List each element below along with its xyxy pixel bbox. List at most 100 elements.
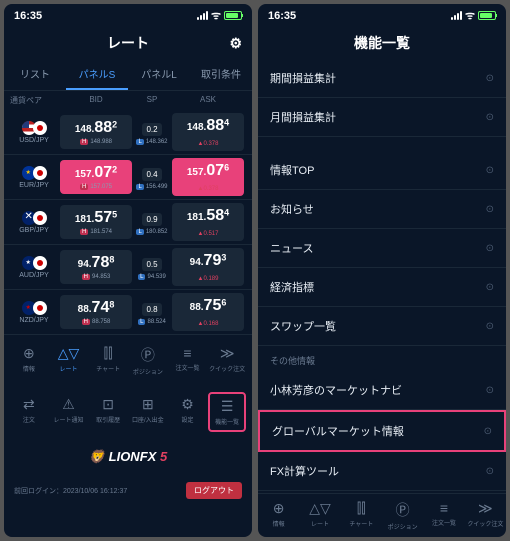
bid-box[interactable]: 88.748 H88.758 bbox=[60, 295, 132, 329]
bid-box[interactable]: 157.072 H157.075 bbox=[60, 160, 132, 194]
gear-icon[interactable]: ⚙ bbox=[229, 35, 242, 52]
ask-box[interactable]: 148.884 ▲0.378 bbox=[172, 113, 244, 151]
list-item[interactable]: お知らせ⊙ bbox=[258, 190, 506, 229]
chevron-right-icon: ⊙ bbox=[486, 385, 494, 396]
flag-pair-icon bbox=[22, 301, 47, 315]
rate-row[interactable]: AUD/JPY 94.788 H94.853 0.5 L94.539 94.79… bbox=[4, 245, 252, 290]
pair-name: EUR/JPY bbox=[19, 182, 49, 189]
rate-row[interactable]: GBP/JPY 181.575 H181.574 0.9 L180.852 18… bbox=[4, 200, 252, 245]
list-item[interactable]: ニュース⊙ bbox=[258, 229, 506, 268]
list-item[interactable]: 月間損益集計⊙ bbox=[258, 98, 506, 137]
flag-pair-icon bbox=[22, 166, 47, 180]
toolbar-item[interactable]: ⚠レート通知 bbox=[50, 392, 88, 432]
toolbar-item[interactable]: Ⓟポジション bbox=[129, 341, 167, 380]
spread-cell: 0.4 L156.499 bbox=[134, 164, 170, 190]
nav-icon: ⊕ bbox=[273, 500, 285, 517]
nav-icon: Ⓟ bbox=[396, 500, 410, 520]
bid-box[interactable]: 94.788 H94.853 bbox=[60, 250, 132, 284]
bid-box[interactable]: 148.882 H148.988 bbox=[60, 115, 132, 149]
status-time: 16:35 bbox=[268, 10, 296, 22]
pair-name: NZD/JPY bbox=[19, 317, 48, 324]
header: 機能一覧 bbox=[258, 27, 506, 59]
list-item-label: 期間損益集計 bbox=[270, 70, 336, 86]
list-item-label: スワップ一覧 bbox=[270, 318, 336, 334]
toolbar-item[interactable]: ⫿⫿チャート bbox=[89, 341, 127, 380]
list-item[interactable]: 情報TOP⊙ bbox=[258, 151, 506, 190]
status-icons: ᯤ bbox=[197, 8, 242, 23]
status-bar: 16:35 ᯤ bbox=[4, 4, 252, 27]
toolbar-label: 口座/入出金 bbox=[132, 415, 164, 424]
toolbar-item[interactable]: ⊕情報 bbox=[10, 341, 48, 380]
nav-icon: △▽ bbox=[309, 500, 331, 517]
spread-cell: 0.5 L94.539 bbox=[134, 254, 170, 280]
toolbar-icon: ☰ bbox=[221, 398, 234, 415]
toolbar-item[interactable]: ⊡取引履歴 bbox=[89, 392, 127, 432]
toolbar-item[interactable]: △▽レート bbox=[50, 341, 88, 380]
list-item[interactable]: 経済指標⊙ bbox=[258, 268, 506, 307]
status-icons: ᯤ bbox=[451, 8, 496, 23]
bid-box[interactable]: 181.575 H181.574 bbox=[60, 205, 132, 239]
ask-box[interactable]: 181.584 ▲0.517 bbox=[172, 203, 244, 241]
toolbar-label: 取引履歴 bbox=[96, 415, 120, 424]
bottom-nav: ⊕情報△▽レート⫿⫿チャートⓅポジション ≡ 注文一覧 ≫クイック注文 bbox=[258, 493, 506, 537]
list-item[interactable]: スワップ一覧 ⊙ bbox=[258, 307, 506, 346]
toolbar-icon: ⇄ bbox=[23, 396, 35, 413]
pair-cell: USD/JPY bbox=[10, 121, 58, 144]
status-bar: 16:35 ᯤ bbox=[258, 4, 506, 27]
toolbar-label: 情報 bbox=[23, 364, 35, 373]
toolbar-item[interactable]: ≫クイック注文 bbox=[208, 341, 246, 380]
list-item[interactable]: 期間損益集計⊙ bbox=[258, 59, 506, 98]
header-title: レート bbox=[107, 33, 149, 53]
flag-pair-icon bbox=[22, 211, 47, 225]
wifi-icon: ᯤ bbox=[465, 8, 475, 23]
list-item[interactable]: 小林芳彦のマーケットナビ ⊙ bbox=[258, 371, 506, 410]
spread-cell: 0.8 L88.524 bbox=[134, 299, 170, 325]
tab-panel-s[interactable]: パネルS bbox=[66, 59, 128, 90]
last-login: 前回ログイン：2023/10/06 16:12:37 bbox=[14, 486, 127, 496]
toolbar-label: 注文 bbox=[23, 415, 35, 424]
toolbar-icon: ⚙ bbox=[181, 396, 194, 413]
rate-row[interactable]: NZD/JPY 88.748 H88.758 0.8 L88.524 88.75… bbox=[4, 290, 252, 335]
nav-item[interactable]: △▽レート bbox=[299, 500, 340, 531]
nav-label: 注文一覧 bbox=[432, 518, 456, 527]
list-item-label: 経済指標 bbox=[270, 279, 314, 295]
toolbar-label: クイック注文 bbox=[209, 364, 245, 373]
nav-icon: ⫿⫿ bbox=[357, 500, 366, 517]
toolbar-item[interactable]: ⚙設定 bbox=[169, 392, 207, 432]
list-item-label: FX計算ツール bbox=[270, 463, 339, 479]
toolbar-label: 機能一覧 bbox=[215, 417, 239, 426]
toolbar-item[interactable]: ⊞口座/入出金 bbox=[129, 392, 167, 432]
phone-right: 16:35 ᯤ 機能一覧 期間損益集計⊙月間損益集計⊙情報TOP⊙お知らせ⊙ニュ… bbox=[258, 4, 506, 537]
signal-icon bbox=[197, 11, 208, 20]
nav-item[interactable]: ≡ 注文一覧 bbox=[423, 500, 464, 531]
list-item[interactable]: FX計算ツール ⊙ bbox=[258, 452, 506, 491]
tab-panel-l[interactable]: パネルL bbox=[128, 59, 190, 90]
list-item-label: グローバルマーケット情報 bbox=[272, 423, 404, 439]
toolbar-item[interactable]: ⇄ 注文 bbox=[10, 392, 48, 432]
battery-icon bbox=[224, 11, 242, 20]
toolbar-icon: ≡ bbox=[183, 345, 191, 361]
nav-item[interactable]: ⊕情報 bbox=[258, 500, 299, 531]
tab-list[interactable]: リスト bbox=[4, 59, 66, 90]
rate-row[interactable]: EUR/JPY 157.072 H157.075 0.4 L156.499 15… bbox=[4, 155, 252, 200]
toolbar-item[interactable]: ≡注文一覧 bbox=[169, 341, 207, 380]
nav-item[interactable]: ≫クイック注文 bbox=[465, 500, 506, 531]
nav-item[interactable]: Ⓟポジション bbox=[382, 500, 423, 531]
chevron-right-icon: ⊙ bbox=[486, 321, 494, 332]
section-header: その他情報 bbox=[258, 346, 506, 371]
col-ask: ASK bbox=[170, 95, 246, 106]
rate-row[interactable]: USD/JPY 148.882 H148.988 0.2 L148.362 14… bbox=[4, 110, 252, 155]
chevron-right-icon: ⊙ bbox=[486, 466, 494, 477]
ask-box[interactable]: 157.076 ▲0.378 bbox=[172, 158, 244, 196]
login-row: 前回ログイン：2023/10/06 16:12:37 ログアウト bbox=[4, 476, 252, 509]
list-item[interactable]: グローバルマーケット情報⊙ bbox=[258, 410, 506, 452]
ask-box[interactable]: 88.756 ▲0.168 bbox=[172, 293, 244, 331]
nav-icon: ≡ bbox=[440, 500, 448, 516]
toolbar-item[interactable]: ☰ 機能一覧 bbox=[208, 392, 246, 432]
logout-button[interactable]: ログアウト bbox=[186, 482, 242, 499]
list-item-label: 小林芳彦のマーケットナビ bbox=[270, 382, 402, 398]
tab-conditions[interactable]: 取引条件 bbox=[190, 59, 252, 90]
flag-pair-icon bbox=[22, 121, 47, 135]
ask-box[interactable]: 94.793 ▲0.189 bbox=[172, 248, 244, 286]
nav-item[interactable]: ⫿⫿チャート bbox=[341, 500, 382, 531]
